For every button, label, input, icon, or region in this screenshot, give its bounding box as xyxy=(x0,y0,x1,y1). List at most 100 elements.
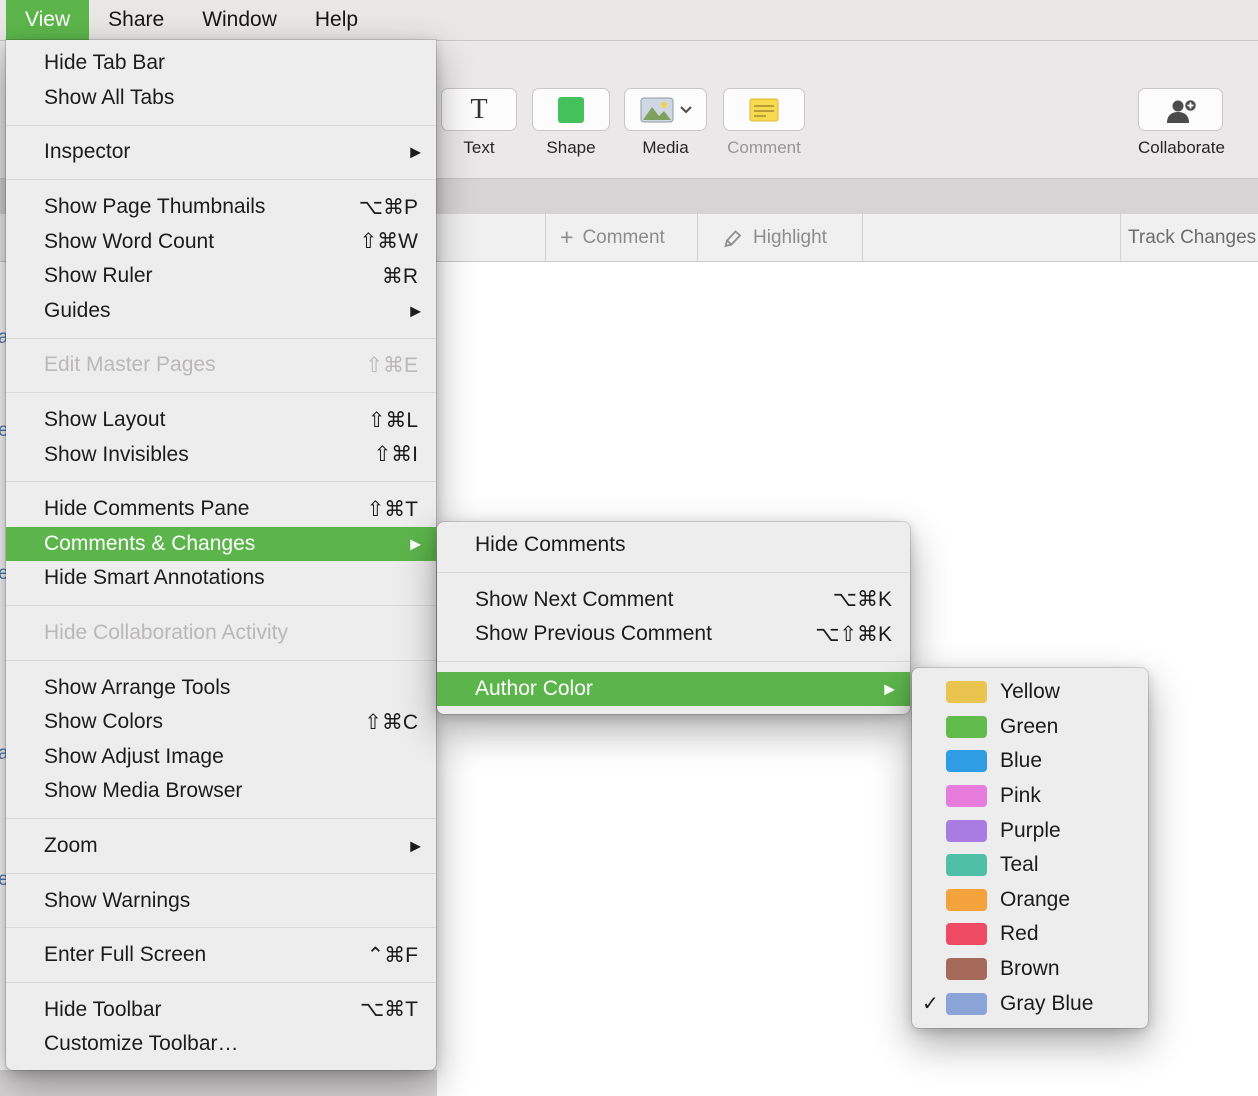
menu-item-zoom[interactable]: Zoom ▶ xyxy=(6,829,436,864)
menu-item-hide-smart-annotations[interactable]: Hide Smart Annotations xyxy=(6,561,436,596)
menu-item-label: Show Warnings xyxy=(44,889,190,913)
color-label: Pink xyxy=(1000,784,1041,808)
separator xyxy=(545,214,546,261)
menu-item-shortcut: ⇧⌘W xyxy=(336,229,418,254)
color-swatch xyxy=(946,681,987,703)
toolbar-button-label: Collaborate xyxy=(1138,138,1223,158)
window-bottom-bar xyxy=(0,1070,437,1096)
menu-item-hide-comments[interactable]: Hide Comments xyxy=(437,528,910,563)
menubar-item-label: Share xyxy=(108,8,164,32)
color-swatch xyxy=(946,923,987,945)
menu-item-show-colors[interactable]: Show Colors⇧⌘C xyxy=(6,705,436,740)
menu-item-comments-changes[interactable]: Comments & Changes▶ xyxy=(6,527,436,562)
menu-item-brown[interactable]: Brown xyxy=(912,952,1148,987)
menu-item-label: Show All Tabs xyxy=(44,86,174,110)
menu-item-label: Enter Full Screen xyxy=(44,943,206,967)
menu-item-purple[interactable]: Purple xyxy=(912,813,1148,848)
comment-note-icon xyxy=(723,88,805,131)
submenu-arrow-icon: ▶ xyxy=(410,837,421,854)
menubar-item-share[interactable]: Share xyxy=(89,0,183,40)
menu-item-show-next-comment[interactable]: Show Next Comment ⌥⌘K xyxy=(437,583,910,618)
color-label: Blue xyxy=(1000,749,1042,773)
menu-item-teal[interactable]: Teal xyxy=(912,848,1148,883)
add-comment-label: Comment xyxy=(582,227,664,249)
menu-item-label: Edit Master Pages xyxy=(44,353,216,377)
menu-separator xyxy=(437,572,910,573)
color-label: Gray Blue xyxy=(1000,992,1093,1016)
menu-item-author-color[interactable]: Author Color▶ xyxy=(437,672,910,707)
menu-item-show-page-thumbnails[interactable]: Show Page Thumbnails ⌥⌘P xyxy=(6,190,436,225)
menu-item-show-all-tabs[interactable]: Show All Tabs xyxy=(6,81,436,116)
menu-separator xyxy=(6,660,436,661)
toolbar-button-label: Media xyxy=(624,138,707,158)
color-swatch xyxy=(946,854,987,876)
menu-item-blue[interactable]: Blue xyxy=(912,744,1148,779)
separator xyxy=(1120,214,1121,261)
menu-item-shortcut: ⌘R xyxy=(358,264,418,289)
menu-item-label: Show Invisibles xyxy=(44,443,189,467)
highlight-button[interactable]: Highlight xyxy=(722,214,827,261)
color-label: Purple xyxy=(1000,819,1061,843)
menubar-item-view[interactable]: View xyxy=(6,0,89,40)
menu-item-label: Comments & Changes xyxy=(44,532,255,556)
menu-item-show-media-browser[interactable]: Show Media Browser xyxy=(6,774,436,809)
toolbar-button-comment[interactable]: Comment xyxy=(723,88,805,158)
menu-item-show-layout[interactable]: Show Layout⇧⌘L xyxy=(6,403,436,438)
add-comment-button[interactable]: + Comment xyxy=(560,214,665,261)
menu-separator xyxy=(6,927,436,928)
menubar-item-help[interactable]: Help xyxy=(296,0,377,40)
media-icon xyxy=(624,88,707,131)
menu-separator xyxy=(6,605,436,606)
menu-item-pink[interactable]: Pink xyxy=(912,779,1148,814)
toolbar-button-media[interactable]: Media xyxy=(624,88,707,158)
menu-item-show-arrange-tools[interactable]: Show Arrange Tools xyxy=(6,670,436,705)
menubar-item-window[interactable]: Window xyxy=(183,0,296,40)
menu-item-red[interactable]: Red xyxy=(912,917,1148,952)
menu-separator xyxy=(6,873,436,874)
menu-item-hide-comments-pane[interactable]: Hide Comments Pane⇧⌘T xyxy=(6,492,436,527)
menu-item-label: Customize Toolbar… xyxy=(44,1032,239,1056)
menu-item-hide-toolbar[interactable]: Hide Toolbar ⌥⌘T xyxy=(6,992,436,1027)
toolbar-button-collaborate[interactable]: Collaborate xyxy=(1138,88,1223,158)
menu-item-label: Show Next Comment xyxy=(475,588,673,612)
menu-item-inspector[interactable]: Inspector▶ xyxy=(6,135,436,170)
menu-item-label: Show Arrange Tools xyxy=(44,676,230,700)
menu-separator xyxy=(6,392,436,393)
menu-item-shortcut: ⌥⌘K xyxy=(809,587,892,612)
menu-item-customize-toolbar[interactable]: Customize Toolbar… xyxy=(6,1027,436,1062)
toolbar-button-text[interactable]: T Text xyxy=(441,88,517,158)
track-changes-button[interactable]: Track Changes xyxy=(1128,214,1256,261)
menu-item-gray-blue[interactable]: ✓ Gray Blue xyxy=(912,986,1148,1021)
menu-item-green[interactable]: Green xyxy=(912,710,1148,745)
green-square-glyph xyxy=(558,97,584,123)
menu-item-show-adjust-image[interactable]: Show Adjust Image xyxy=(6,740,436,775)
menu-separator xyxy=(6,818,436,819)
color-label: Green xyxy=(1000,715,1058,739)
menu-item-guides[interactable]: Guides▶ xyxy=(6,294,436,329)
menu-item-shortcut: ⇧⌘E xyxy=(341,353,418,378)
menu-item-label: Zoom xyxy=(44,834,98,858)
menu-item-hide-tab-bar[interactable]: Hide Tab Bar xyxy=(6,46,436,81)
highlight-label: Highlight xyxy=(753,227,827,249)
menu-item-yellow[interactable]: Yellow xyxy=(912,675,1148,710)
pages-app-window: aeeae + Comment Highlight Track Changes … xyxy=(0,0,1258,1096)
toolbar-button-shape[interactable]: Shape xyxy=(532,88,610,158)
color-swatch xyxy=(946,889,987,911)
checkmark-icon: ✓ xyxy=(922,991,946,1016)
shape-icon xyxy=(532,88,610,131)
menu-item-orange[interactable]: Orange xyxy=(912,883,1148,918)
menu-item-shortcut: ⇧⌘C xyxy=(340,710,418,735)
menu-item-shortcut: ⌥⌘P xyxy=(335,195,418,220)
menu-item-show-word-count[interactable]: Show Word Count⇧⌘W xyxy=(6,224,436,259)
menu-item-label: Show Adjust Image xyxy=(44,745,224,769)
menu-item-label: Show Page Thumbnails xyxy=(44,195,265,219)
menu-item-show-ruler[interactable]: Show Ruler⌘R xyxy=(6,259,436,294)
separator xyxy=(862,214,863,261)
menu-item-show-warnings[interactable]: Show Warnings xyxy=(6,883,436,918)
menu-item-label: Hide Toolbar xyxy=(44,998,162,1022)
menu-item-show-previous-comment[interactable]: Show Previous Comment⌥⇧⌘K xyxy=(437,617,910,652)
menu-item-shortcut: ⇧⌘L xyxy=(344,408,418,433)
menu-item-shortcut: ⌥⌘T xyxy=(336,997,418,1022)
menu-item-enter-full-screen[interactable]: Enter Full Screen⌃⌘F xyxy=(6,938,436,973)
menu-item-show-invisibles[interactable]: Show Invisibles⇧⌘I xyxy=(6,437,436,472)
